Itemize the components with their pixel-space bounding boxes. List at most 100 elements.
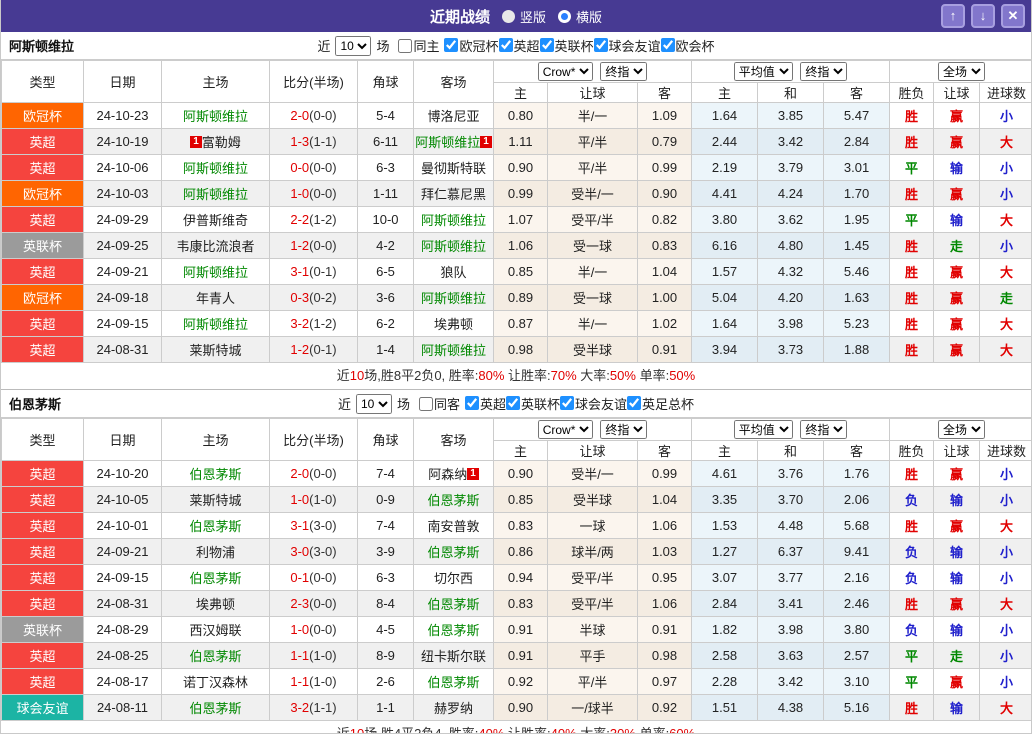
table-row: 英超 24-08-31 莱斯特城 1-2(0-1) 1-4 阿斯顿维拉 0.98 受半球 0.9… (1, 336, 1031, 363)
avg-home-cell: 3.80 (691, 206, 759, 233)
match-count-select[interactable]: 10 (335, 35, 372, 56)
league-checkbox[interactable] (539, 38, 554, 53)
team-label: 伯恩茅斯 (427, 597, 480, 612)
odds-home-cell: 0.80 (493, 102, 548, 129)
avg-draw-cell: 3.79 (757, 154, 825, 181)
col-home: 主场 (161, 418, 270, 461)
team-label: 埃弗顿 (433, 317, 473, 332)
avg-away-cell: 1.95 (823, 206, 891, 233)
league-checkbox[interactable] (593, 38, 608, 53)
layout-radio-horizontal[interactable]: 横版 (558, 7, 602, 26)
goals-result-cell: 小 (979, 460, 1031, 487)
same-venue-checkbox[interactable]: 同客 (418, 394, 460, 413)
odds-time-select[interactable]: 终指 (600, 420, 648, 439)
bookmaker-select[interactable]: Crow* (537, 62, 593, 81)
table-row: 英超 24-08-25 伯恩茅斯 1-1(1-0) 8-9 纽卡斯尔联 0.91 平手 0.98… (1, 642, 1031, 669)
league-checkbox[interactable] (464, 396, 479, 411)
handicap-cell: 受平/半 (547, 564, 638, 591)
bookmaker-select[interactable]: Crow* (537, 420, 593, 439)
home-team-cell: 1 富勒姆 (161, 128, 270, 155)
average-select[interactable]: 平均值 (733, 62, 793, 81)
odds-away-cell: 0.97 (636, 668, 693, 695)
average-time-select[interactable]: 终指 (800, 62, 848, 81)
league-filter-欧冠杯[interactable]: 欧冠杯 (444, 36, 499, 55)
avg-away-cell: 3.80 (823, 616, 891, 643)
close-icon: ✕ (1007, 8, 1019, 23)
date-cell: 24-08-17 (83, 668, 162, 695)
corner-cell: 10-0 (357, 206, 414, 233)
score-main: 1-1 (290, 648, 310, 663)
league-filter-英超[interactable]: 英超 (498, 36, 540, 55)
handicap-result-cell: 赢 (933, 258, 981, 285)
avg-home-cell: 2.19 (691, 154, 759, 181)
subcol-handicap-result: 让球 (933, 440, 981, 461)
away-team-cell: 伯恩茅斯 (413, 616, 494, 643)
same-venue-checkbox[interactable]: 同主 (398, 36, 439, 55)
score-cell: 2-0(0-0) (269, 102, 358, 129)
scope-select[interactable]: 全场 (938, 420, 986, 439)
team-label: 伯恩茅斯 (427, 493, 480, 508)
away-team-cell: 伯恩茅斯 (413, 538, 494, 565)
score-main: 3-2 (290, 700, 310, 715)
avg-draw-cell: 3.41 (757, 590, 825, 617)
avg-draw-cell: 3.76 (757, 460, 825, 487)
average-time-select[interactable]: 终指 (800, 420, 848, 439)
score-half: (1-1) (309, 700, 337, 715)
result-cell: 胜 (889, 180, 935, 207)
radio-unselected-icon (558, 9, 571, 23)
close-button[interactable]: ✕ (1001, 4, 1025, 28)
scope-select[interactable]: 全场 (938, 62, 986, 81)
odds-time-select[interactable]: 终指 (600, 62, 648, 81)
league-checkbox[interactable] (560, 396, 575, 411)
handicap-result-cell: 赢 (933, 590, 981, 617)
avg-home-cell: 1.51 (691, 694, 759, 721)
score-cell: 3-2(1-2) (269, 310, 358, 337)
league-filter-英联杯[interactable]: 英联杯 (506, 394, 560, 413)
league-checkbox[interactable] (660, 38, 675, 53)
league-checkbox[interactable] (498, 38, 513, 53)
corner-cell: 2-6 (357, 668, 414, 695)
table-row: 球会友谊 24-08-11 伯恩茅斯 3-2(1-1) 1-1 赫罗纳 0.90 一/球半 0.… (1, 694, 1031, 721)
league-filter-球会友谊[interactable]: 球会友谊 (560, 394, 627, 413)
league-filter-英超[interactable]: 英超 (464, 394, 506, 413)
average-select[interactable]: 平均值 (733, 420, 793, 439)
date-cell: 24-09-25 (83, 232, 162, 259)
team-label: 阿森纳 (428, 467, 468, 482)
move-down-button[interactable]: ↓ (971, 4, 995, 28)
team-label: 伯恩茅斯 (427, 623, 480, 638)
league-filter-英足总杯[interactable]: 英足总杯 (627, 394, 694, 413)
league-filter-欧会杯[interactable]: 欧会杯 (660, 36, 715, 55)
league-checkbox[interactable] (627, 396, 642, 411)
avg-home-cell: 6.16 (691, 232, 759, 259)
score-main: 2-2 (290, 212, 310, 227)
team-label: 博洛尼亚 (427, 109, 480, 124)
team-label: 赫罗纳 (433, 701, 473, 716)
odds-home-cell: 0.99 (493, 180, 548, 207)
layout-radio-vertical[interactable]: 竖版 (501, 7, 546, 26)
score-half: (0-0) (309, 186, 337, 201)
score-half: (0-0) (309, 466, 337, 481)
league-filter-英联杯[interactable]: 英联杯 (539, 36, 594, 55)
handicap-cell: 受半球 (547, 486, 638, 513)
team-label: 阿斯顿维拉 (182, 161, 248, 176)
match-count-select[interactable]: 10 (355, 393, 392, 414)
score-half: (0-0) (309, 160, 337, 175)
avg-draw-cell: 3.70 (757, 486, 825, 513)
team-label: 阿斯顿维拉 (420, 213, 486, 228)
odds-away-cell: 1.06 (636, 590, 693, 617)
avg-away-cell: 5.47 (823, 102, 891, 129)
team-label: 狼队 (440, 265, 467, 280)
summary-text: 让胜率: (504, 726, 551, 734)
handicap-result-cell: 输 (933, 564, 981, 591)
move-up-button[interactable]: ↑ (941, 4, 965, 28)
league-checkbox[interactable] (506, 396, 520, 411)
filters: 近 10 场 同主 欧冠杯 英超 英联杯 球会友谊 欧会杯 (317, 35, 715, 56)
home-team-cell: 埃弗顿 (161, 590, 270, 617)
summary-text: 近 (336, 368, 350, 383)
league-filter-球会友谊[interactable]: 球会友谊 (593, 36, 661, 55)
col-date: 日期 (83, 60, 162, 103)
home-team-cell: 阿斯顿维拉 (161, 102, 270, 129)
date-cell: 24-10-23 (83, 102, 162, 129)
odds-home-cell: 0.85 (493, 486, 548, 513)
league-checkbox[interactable] (444, 38, 459, 53)
